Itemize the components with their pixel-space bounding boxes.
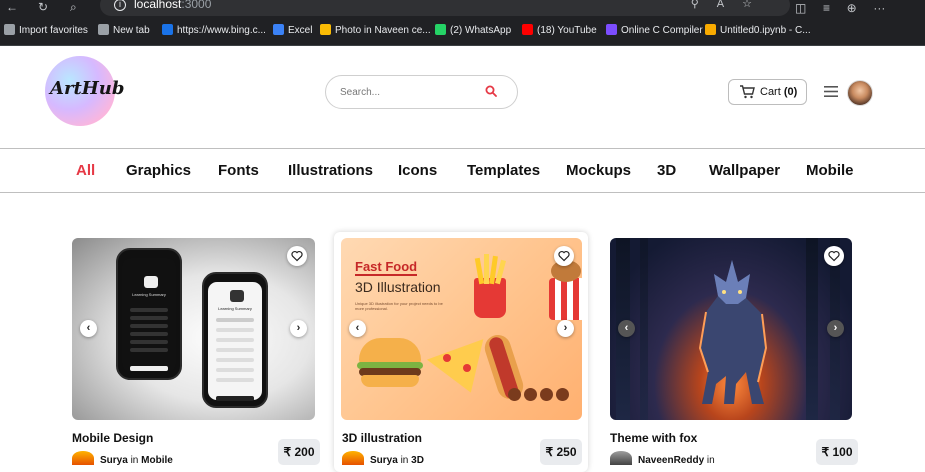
product-image: Learning Summary Learning Summary ‹ › <box>72 238 315 420</box>
bookmark-item[interactable]: (2) WhatsApp <box>435 24 511 36</box>
next-image-button[interactable]: › <box>557 320 574 337</box>
bookmark-favicon-icon <box>705 24 716 35</box>
browser-actions-icons[interactable]: ◫ ≡ ⊕ ··· <box>795 1 885 15</box>
bookmark-favicon-icon <box>522 24 533 35</box>
category-graphics[interactable]: Graphics <box>126 162 191 179</box>
phone-mockup: Learning Summary <box>202 272 268 408</box>
thumbnail-dot[interactable] <box>508 388 521 401</box>
bookmark-item[interactable]: Excel <box>273 24 312 36</box>
image-description: Unique 3D illustration for your project … <box>355 301 443 311</box>
search-input[interactable] <box>340 84 470 100</box>
category-icons[interactable]: Icons <box>398 162 437 179</box>
bookmark-label: (2) WhatsApp <box>450 25 512 36</box>
product-title[interactable]: Mobile Design <box>72 431 153 445</box>
bookmark-label: Photo in Naveen ce... <box>335 25 431 36</box>
search-box[interactable] <box>325 75 518 109</box>
bookmark-item[interactable]: New tab <box>98 24 150 36</box>
price-badge: ₹ 100 <box>816 439 858 465</box>
arthub-logo[interactable]: ArtHub <box>45 56 124 126</box>
thumbnail-dots <box>508 388 572 406</box>
product-card-3d-illustration[interactable]: Fast Food 3D Illustration Unique 3D illu… <box>334 232 588 472</box>
search-icon[interactable] <box>485 85 497 97</box>
bookmark-item[interactable]: (18) YouTube <box>522 24 597 36</box>
cart-icon <box>740 85 755 99</box>
image-subtitle: 3D Illustration <box>355 279 441 295</box>
prev-image-button[interactable]: ‹ <box>80 320 97 337</box>
bookmark-label: Excel <box>288 25 313 36</box>
category-illustrations[interactable]: Illustrations <box>288 162 373 179</box>
wolf-illustration <box>698 260 768 404</box>
price-badge: ₹ 250 <box>540 439 582 465</box>
thumbnail-dot[interactable] <box>540 388 553 401</box>
category-fonts[interactable]: Fonts <box>218 162 259 179</box>
address-bar-icons[interactable]: ⚲A☆ <box>691 0 770 10</box>
hamburger-menu-icon[interactable] <box>824 86 838 97</box>
prev-image-button[interactable]: ‹ <box>349 320 366 337</box>
bookmark-favicon-icon <box>320 24 331 35</box>
author-avatar <box>342 451 364 465</box>
category-all[interactable]: All <box>76 162 95 179</box>
user-avatar[interactable] <box>847 80 873 106</box>
bookmark-label: Online C Compiler <box>621 25 703 36</box>
category-mobile[interactable]: Mobile <box>806 162 854 179</box>
bookmark-favicon-icon <box>435 24 446 35</box>
bookmark-favicon-icon <box>162 24 173 35</box>
favorite-button[interactable] <box>554 246 574 266</box>
product-image: Fast Food 3D Illustration Unique 3D illu… <box>341 238 582 420</box>
back-icon[interactable]: ← <box>6 0 18 14</box>
heart-icon <box>558 250 570 262</box>
favorite-button[interactable] <box>287 246 307 266</box>
favorite-button[interactable] <box>824 246 844 266</box>
bookmark-favicon-icon <box>606 24 617 35</box>
info-icon[interactable]: i <box>114 0 126 11</box>
bookmark-item[interactable]: Untitled0.ipynb - C... <box>705 24 811 36</box>
category-templates[interactable]: Templates <box>467 162 540 179</box>
category-wallpaper[interactable]: Wallpaper <box>709 162 780 179</box>
product-title[interactable]: Theme with fox <box>610 431 697 445</box>
cart-button[interactable]: Cart (0) <box>728 79 807 105</box>
product-card-mobile-design[interactable]: Learning Summary Learning Summary ‹ › Mo… <box>68 232 322 472</box>
logo-text: ArtHub <box>50 78 125 99</box>
bookmark-favicon-icon <box>98 24 109 35</box>
bookmark-label: Untitled0.ipynb - C... <box>720 25 811 36</box>
bookmark-item[interactable]: Import favorites <box>4 24 88 36</box>
bookmark-label: (18) YouTube <box>537 25 597 36</box>
heart-icon <box>291 250 303 262</box>
image-headline: Fast Food <box>355 259 418 276</box>
category-mockups[interactable]: Mockups <box>566 162 631 179</box>
bookmark-favicon-icon <box>273 24 284 35</box>
bookmarks-bar: Import favorites New tab https://www.bing.… <box>0 16 925 46</box>
phone-mockup: Learning Summary <box>116 248 182 380</box>
prev-image-button[interactable]: ‹ <box>618 320 635 337</box>
author-avatar <box>72 451 94 465</box>
cart-label: Cart (0) <box>760 86 798 98</box>
refresh-icon[interactable]: ↻ <box>38 0 48 14</box>
price-badge: ₹ 200 <box>278 439 320 465</box>
bookmark-label: https://www.bing.c... <box>177 25 266 36</box>
bookmark-item[interactable]: https://www.bing.c... <box>162 24 266 36</box>
next-image-button[interactable]: › <box>290 320 307 337</box>
bookmark-item[interactable]: Photo in Naveen ce... <box>320 24 431 36</box>
bookmark-item[interactable]: Online C Compiler <box>606 24 703 36</box>
bookmark-label: Import favorites <box>19 25 88 36</box>
heart-icon <box>828 250 840 262</box>
address-bar[interactable]: i localhost:3000 ⚲A☆ <box>100 0 790 16</box>
product-card-theme-with-fox[interactable]: ‹ › Theme with fox NaveenReddy in ₹ 100 <box>606 232 860 472</box>
bookmark-favicon-icon <box>4 24 15 35</box>
product-image: ‹ › <box>610 238 852 420</box>
thumbnail-dot[interactable] <box>524 388 537 401</box>
author-avatar <box>610 451 632 465</box>
product-title[interactable]: 3D illustration <box>342 431 422 445</box>
url-text: localhost:3000 <box>134 0 212 11</box>
bookmark-label: New tab <box>113 25 150 36</box>
next-image-button[interactable]: › <box>827 320 844 337</box>
category-3d[interactable]: 3D <box>657 162 676 179</box>
thumbnail-dot[interactable] <box>556 388 569 401</box>
browser-toolbar: ← ↻ ⌕ i localhost:3000 ⚲A☆ ◫ ≡ ⊕ ··· <box>0 0 925 16</box>
search-icon[interactable]: ⌕ <box>70 0 77 14</box>
category-nav: All Graphics Fonts Illustrations Icons T… <box>0 148 925 193</box>
